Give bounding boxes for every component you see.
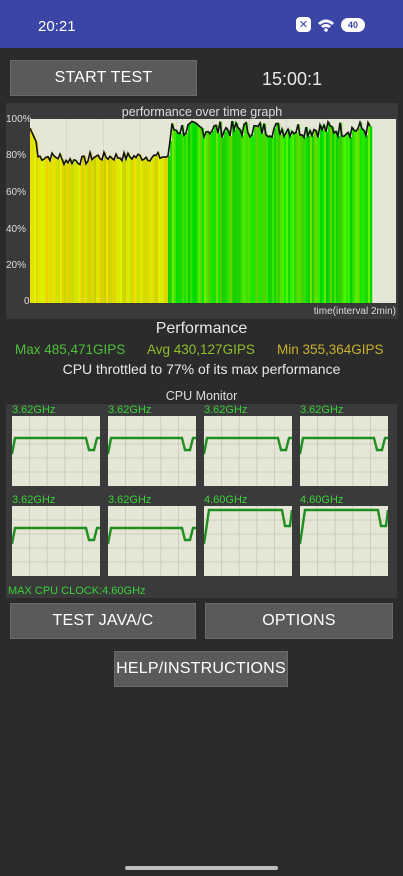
help-instructions-button[interactable]: HELP/INSTRUCTIONS bbox=[114, 651, 288, 687]
core-freq: 3.62GHz bbox=[300, 404, 344, 416]
y-tick-60: 60% bbox=[6, 187, 27, 198]
min-gips: Min 355,364GIPS bbox=[277, 342, 384, 357]
performance-title: Performance bbox=[155, 320, 248, 337]
y-tick-80: 80% bbox=[6, 150, 27, 161]
y-tick-100: 100% bbox=[6, 114, 32, 125]
core-freq: 3.62GHz bbox=[108, 404, 152, 416]
max-gips: Max 485,471GIPS bbox=[15, 342, 126, 357]
throttle-summary: CPU throttled to 77% of its max performa… bbox=[62, 361, 341, 377]
status-bar: 20:21 ✕ 40 bbox=[0, 0, 403, 48]
graph-plot-area bbox=[30, 119, 396, 303]
graph-x-caption: time(interval 2min) bbox=[313, 306, 396, 317]
cpu-core-6: 4.60GHz bbox=[202, 494, 292, 576]
start-test-button[interactable]: START TEST bbox=[10, 60, 197, 96]
cpu-core-0: 3.62GHz bbox=[10, 404, 100, 486]
max-cpu-clock: MAX CPU CLOCK:4.60GHz bbox=[8, 585, 146, 597]
status-icons: ✕ 40 bbox=[296, 17, 365, 32]
cpu-core-4: 3.62GHz bbox=[10, 494, 100, 576]
cpu-core-1: 3.62GHz bbox=[106, 404, 196, 486]
core-freq: 3.62GHz bbox=[204, 404, 248, 416]
performance-trace bbox=[30, 119, 373, 303]
x-notification-icon: ✕ bbox=[296, 17, 311, 32]
wifi-icon bbox=[318, 19, 334, 32]
y-tick-40: 40% bbox=[6, 224, 27, 235]
performance-graph: performance over time graph 100% 80% 60%… bbox=[6, 103, 398, 319]
test-java-c-button[interactable]: TEST JAVA/C bbox=[10, 603, 196, 639]
cpu-core-5: 3.62GHz bbox=[106, 494, 196, 576]
test-timer: 15:00:1 bbox=[262, 69, 323, 89]
core-freq: 3.62GHz bbox=[108, 494, 152, 506]
core-freq: 3.62GHz bbox=[12, 404, 56, 416]
cpu-monitor-panel: 3.62GHz 3.62GHz 3.62GHz 3.62GHz 3.62GHz … bbox=[6, 404, 397, 598]
cpu-core-7: 4.60GHz bbox=[298, 494, 388, 576]
status-time: 20:21 bbox=[38, 18, 76, 35]
core-freq: 3.62GHz bbox=[12, 494, 56, 506]
battery-icon: 40 bbox=[341, 17, 365, 32]
graph-title: performance over time graph bbox=[121, 105, 283, 119]
gesture-nav-handle[interactable] bbox=[125, 866, 278, 870]
avg-gips: Avg 430,127GIPS bbox=[147, 342, 255, 357]
cpu-core-2: 3.62GHz bbox=[202, 404, 292, 486]
cpu-monitor-title: CPU Monitor bbox=[165, 389, 238, 403]
core-freq: 4.60GHz bbox=[300, 494, 344, 506]
y-tick-20: 20% bbox=[6, 260, 27, 271]
core-freq: 4.60GHz bbox=[204, 494, 248, 506]
cpu-core-3: 3.62GHz bbox=[298, 404, 388, 486]
options-button[interactable]: OPTIONS bbox=[205, 603, 393, 639]
